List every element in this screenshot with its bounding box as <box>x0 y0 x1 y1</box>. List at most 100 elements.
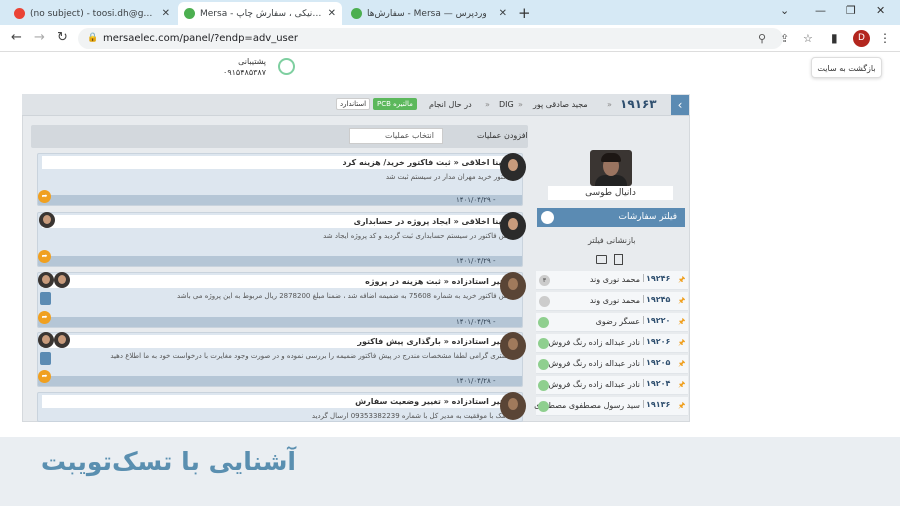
profile-avatar[interactable]: D <box>853 30 870 47</box>
order-customer-name: نادر عبداله زاده رنگ فروش <box>548 338 640 347</box>
pin-icon: 🖈 <box>678 275 686 284</box>
close-icon[interactable]: ✕ <box>499 8 507 19</box>
tab-title: Mersa - الکترونیکی ، سفارش چاپ <box>200 8 323 19</box>
order-list-item[interactable]: 🖈 ۱۹۱۳۶ | سید رسول مصطفوی مصطفوی <box>534 397 688 416</box>
author-avatar <box>500 332 526 360</box>
activity-description: پیش فاکتور در سیستم حسابداری ثبت گردید و… <box>323 232 514 240</box>
back-arrow-icon[interactable]: ← <box>11 30 22 45</box>
file-icon[interactable] <box>40 352 51 365</box>
reply-icon[interactable]: ➦ <box>38 311 51 324</box>
back-to-site-button[interactable]: بازگشت به سایت <box>811 57 882 78</box>
zoom-icon[interactable]: ⚲ <box>758 28 766 49</box>
breadcrumb-separator: » <box>485 100 490 109</box>
activity-description: فاکتور خرید مهران مدار در سیستم ثبت شد. <box>385 173 514 181</box>
order-customer-name: نادر عبداله زاده رنگ فروش <box>548 380 640 389</box>
order-list-item[interactable]: 🖈 ۱۹۲۴۵ | محمد نوری وند <box>536 292 688 311</box>
activity-date: ۱۴۰۱/۰۴/۲۹ - ۱۱:۲۳:۲۰ <box>38 195 522 205</box>
reply-icon[interactable]: ➦ <box>38 370 51 383</box>
order-id: ۱۹۲۴۶ <box>646 274 671 283</box>
window-close-icon[interactable]: ✕ <box>876 4 885 17</box>
order-number: ۱۹۱۶۳ <box>620 97 657 111</box>
close-icon[interactable]: ✕ <box>162 8 170 19</box>
order-list-item[interactable]: 🖈 ۱۹۲۴۶ | محمد نوری وند ۳ <box>536 271 688 290</box>
reset-filter-link[interactable]: بازنشانی فیلتر <box>588 236 635 245</box>
pcb-badge: PCB مالتیره <box>373 98 417 110</box>
lock-icon: 🔒 <box>87 33 99 43</box>
notification-badge: ۳ <box>539 275 550 286</box>
document-icon[interactable] <box>614 254 623 265</box>
activity-description: پیامک با موفقیت به مدیر کل با شماره 0935… <box>311 412 514 420</box>
print-icon[interactable] <box>596 255 607 264</box>
filter-toggle-icon[interactable] <box>541 211 554 224</box>
order-list-item[interactable]: 🖈 ۱۹۲۲۰ | عسگر رضوی <box>536 313 688 332</box>
participant-avatar <box>54 272 70 288</box>
add-operation-label: افزودن عملیات <box>477 131 528 140</box>
activity-card: زهیر استادزاده « بارگذاری پیش فاکتور مشت… <box>37 332 523 387</box>
order-customer-name: عسگر رضوی <box>595 317 640 326</box>
order-customer-name: محمد نوری وند <box>589 296 640 305</box>
share-icon[interactable]: ⇪ <box>780 28 789 49</box>
activity-description: پیش فاکتور خرید به شماره 75608 به ضمیمه … <box>177 292 514 300</box>
reply-icon[interactable]: ➦ <box>38 190 51 203</box>
activity-date: ۱۴۰۱/۰۴/۲۹ - ۱۱:۰۴:۰۵ <box>38 256 522 266</box>
bookmark-star-icon[interactable]: ☆ <box>803 28 813 49</box>
mersa-icon <box>184 8 195 19</box>
gmail-icon <box>14 8 25 19</box>
operation-select[interactable]: انتخاب عملیات <box>349 128 443 144</box>
tab-wordpress[interactable]: سفارش‌ها - Mersa — وردپرس ✕ <box>345 2 513 25</box>
order-list-item[interactable]: 🖈 ۱۹۲۰۶ | نادر عبداله زاده رنگ فروش <box>536 334 688 353</box>
user-avatar <box>590 150 632 186</box>
tab-gmail[interactable]: (no subject) - toosi.dh@gmail.com ✕ <box>8 2 176 25</box>
pin-icon: 🖈 <box>678 401 686 410</box>
participant-avatar <box>38 332 54 348</box>
order-id: ۱۹۱۳۶ <box>646 400 671 409</box>
status-dot <box>538 380 549 391</box>
order-id: ۱۹۲۲۰ <box>646 316 671 325</box>
pin-icon: 🖈 <box>678 338 686 347</box>
pin-icon: 🖈 <box>678 317 686 326</box>
order-id: ۱۹۲۰۶ <box>646 337 671 346</box>
activity-title: زهیر استادزاده « بارگذاری پیش فاکتور <box>42 335 518 348</box>
order-customer-name: نادر عبداله زاده رنگ فروش <box>548 359 640 368</box>
activity-card: مبینا اخلاقی « ایجاد پروژه در حسابداری پ… <box>37 212 523 267</box>
status-dot <box>538 401 549 412</box>
close-icon[interactable]: ✕ <box>328 8 336 19</box>
user-name: دانیال طوسی <box>548 186 673 200</box>
filter-orders-button[interactable]: فیلتر سفارشات <box>537 208 685 227</box>
restore-icon[interactable]: ❐ <box>846 4 856 17</box>
reload-icon[interactable]: ↻ <box>57 30 68 45</box>
activity-card: زهیر استادزاده « تغییر وضعیت سفارش پیامک… <box>37 392 523 422</box>
wordpress-icon <box>351 8 362 19</box>
browser-tab-bar: (no subject) - toosi.dh@gmail.com ✕ Mers… <box>0 0 900 25</box>
author-avatar <box>500 153 526 181</box>
activity-card: مبینا اخلاقی « ثبت فاکتور خرید/ هزینه کر… <box>37 153 523 206</box>
status-dot <box>538 359 549 370</box>
order-list-item[interactable]: 🖈 ۱۹۲۰۴ | نادر عبداله زاده رنگ فروش <box>536 376 688 395</box>
order-type: DIG <box>499 100 514 109</box>
forward-arrow-icon[interactable]: → <box>34 30 45 45</box>
activity-title: مبینا اخلاقی « ثبت فاکتور خرید/ هزینه کر… <box>42 156 518 169</box>
order-id: ۱۹۲۴۵ <box>646 295 671 304</box>
activity-date: ۱۴۰۱/۰۴/۲۸ - ۰۸:۵۷:۰۹ <box>38 376 522 386</box>
url-text: mersaelec.com/panel/?endp=adv_user <box>103 33 299 44</box>
status-dot <box>538 317 549 328</box>
new-tab-icon[interactable]: + <box>518 4 531 22</box>
reply-icon[interactable]: ➦ <box>38 250 51 263</box>
caption-title: آشنایی با تسک‌تویبت <box>40 447 296 476</box>
tab-search-icon[interactable]: ⌄ <box>780 4 789 17</box>
support-phone: ۰۹۱۵۴۸۵۳۸۷ <box>223 68 266 77</box>
order-status: در حال انجام <box>429 100 472 109</box>
minimize-icon[interactable]: — <box>815 4 826 17</box>
author-avatar <box>500 392 526 420</box>
address-bar[interactable]: 🔒 mersaelec.com/panel/?endp=adv_user ⚲ ⇪… <box>78 28 813 49</box>
sidepanel-icon[interactable]: ▮ <box>831 31 838 45</box>
menu-kebab-icon[interactable]: ⋮ <box>879 31 891 45</box>
tab-mersa[interactable]: Mersa - الکترونیکی ، سفارش چاپ ✕ <box>178 2 342 25</box>
breadcrumb-separator: » <box>607 100 612 109</box>
file-icon[interactable] <box>40 292 51 305</box>
activity-date: ۱۴۰۱/۰۴/۲۹ - ۰۹:۵۲:۳۵ <box>38 317 522 327</box>
standard-badge: استاندارد <box>336 98 371 110</box>
participant-avatar <box>39 212 55 228</box>
chevron-left-icon[interactable]: ‹ <box>671 95 689 115</box>
order-list-item[interactable]: 🖈 ۱۹۲۰۵ | نادر عبداله زاده رنگ فروش <box>536 355 688 374</box>
